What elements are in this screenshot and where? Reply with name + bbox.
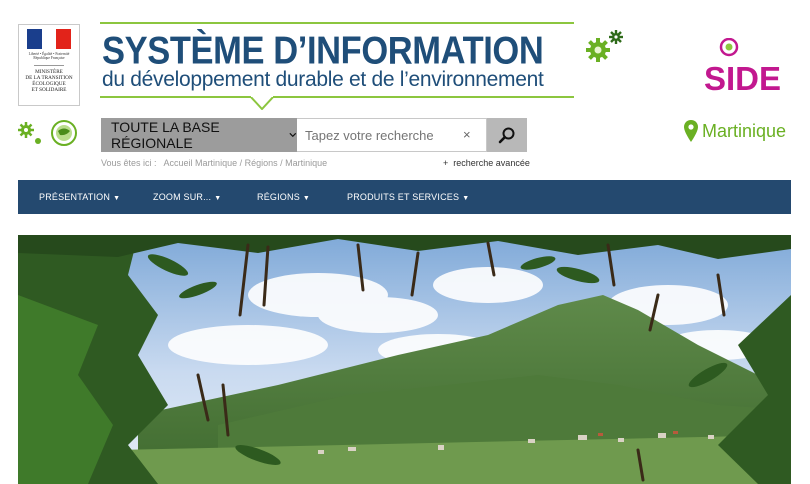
region-name: Martinique [702,120,787,141]
gears-icon [586,30,623,62]
republic-motto: Liberté • Égalité • Fraternité Républiqu… [28,52,70,61]
search-input[interactable] [297,118,487,152]
close-icon: × [463,127,471,142]
site-title-banner[interactable]: SYSTÈME D’INFORMATION du développement d… [100,22,574,112]
nav-item-label: PRODUITS ET SERVICES [347,192,460,202]
divider [34,64,64,66]
search-bar: TOUTE LA BASE RÉGIONALE × [101,118,527,152]
eco-gears-globe-icon [18,120,77,146]
hero-landscape-image [18,235,791,484]
caret-down-icon: ▼ [302,195,311,202]
site-subtitle: du développement durable et de l’environ… [102,68,544,91]
nav-item-label: RÉGIONS [257,192,300,202]
nav-item-presentation[interactable]: PRÉSENTATION ▼ [39,192,120,202]
caret-down-icon: ▼ [113,195,121,202]
search-button[interactable] [487,118,527,152]
government-logo[interactable]: Liberté • Égalité • Fraternité Républiqu… [18,24,80,106]
banner-bottom-line [100,96,574,98]
banner-top-line [100,22,574,24]
ministry-name: MINISTÈRE DE LA TRANSITION ÉCOLOGIQUE ET… [25,68,73,93]
search-scope-dropdown[interactable]: TOUTE LA BASE RÉGIONALE [101,118,297,152]
search-icon [498,127,515,144]
search-scope-label: TOUTE LA BASE RÉGIONALE [111,119,220,151]
nav-item-products-services[interactable]: PRODUITS ET SERVICES ▼ [347,192,469,202]
advanced-search-label: recherche avancée [453,158,530,168]
nav-item-zoom[interactable]: ZOOM SUR... ▼ [153,192,221,202]
breadcrumb-current: Martinique [285,158,328,168]
speech-notch-icon [250,96,274,110]
side-logo-text[interactable]: SIDE [704,60,781,98]
nav-item-regions[interactable]: RÉGIONS ▼ [257,192,310,202]
plus-icon: + [443,158,449,168]
breadcrumb-link[interactable]: Régions [245,158,278,168]
location-pin-icon [684,120,698,142]
nav-item-label: PRÉSENTATION [39,192,111,202]
marianne-flag-icon [27,29,71,49]
advanced-search-link[interactable]: + recherche avancée [443,158,530,168]
breadcrumb: Vous êtes ici : Accueil Martinique / Rég… [101,158,328,168]
breadcrumb-prefix: Vous êtes ici : [101,158,157,168]
main-navigation: PRÉSENTATION ▼ ZOOM SUR... ▼ RÉGIONS ▼ PROD… [18,180,791,214]
caret-down-icon: ▼ [462,195,470,202]
caret-down-icon: ▼ [214,195,222,202]
region-indicator[interactable]: Martinique [684,120,786,142]
nav-item-label: ZOOM SUR... [153,192,212,202]
chevron-down-icon [289,132,297,138]
breadcrumb-link[interactable]: Accueil Martinique [164,158,238,168]
